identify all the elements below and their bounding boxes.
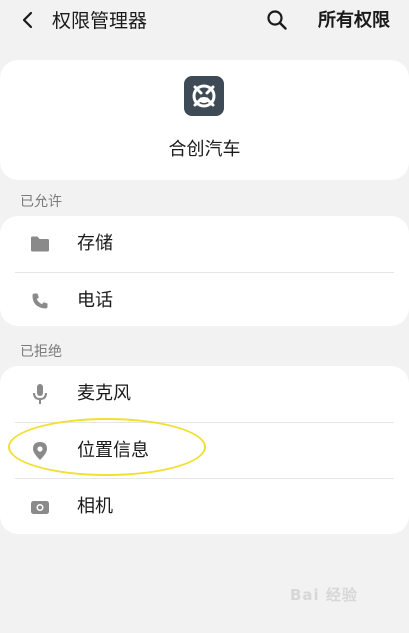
search-button[interactable] [265,8,289,32]
page-title: 权限管理器 [52,10,148,32]
permission-label: 位置信息 [77,440,149,461]
allowed-section-label: 已允许 [20,194,62,210]
permission-row-storage[interactable]: 存储 [0,216,409,272]
hycan-logo-icon [192,84,216,108]
denied-section-label: 已拒绝 [20,344,62,360]
all-permissions-button[interactable]: 所有权限 [318,9,390,33]
permission-row-microphone[interactable]: 麦克风 [0,366,409,422]
camera-icon [28,495,52,519]
denied-permissions-card: 麦克风 位置信息 相机 [0,366,409,534]
back-arrow-icon [22,11,33,29]
permission-row-phone[interactable]: 电话 [0,273,409,329]
permission-label: 电话 [77,290,113,311]
app-icon [184,76,224,116]
allowed-permissions-card: 存储 电话 [0,216,409,326]
permission-label: 麦克风 [77,383,131,404]
top-app-bar: 权限管理器 所有权限 [0,0,409,44]
permission-label: 相机 [77,496,113,517]
permission-row-location[interactable]: 位置信息 [0,423,409,479]
watermark: Bai 经验 [290,586,358,604]
phone-icon [28,289,52,313]
permission-label: 存储 [77,233,113,254]
folder-icon [28,232,52,256]
microphone-icon [28,382,52,406]
permission-row-camera[interactable]: 相机 [0,479,409,535]
app-info-card [0,60,409,180]
location-pin-icon [28,439,52,463]
search-icon [267,10,287,30]
app-name: 合创汽车 [168,139,241,160]
back-button[interactable] [16,8,40,32]
